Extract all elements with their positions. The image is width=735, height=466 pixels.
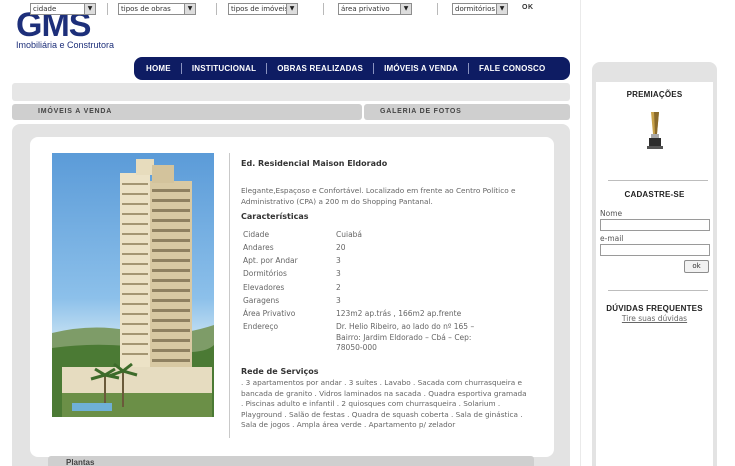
spec-value: 3 bbox=[336, 256, 341, 265]
nav-home[interactable]: HOME bbox=[146, 64, 171, 73]
spec-value: 3 bbox=[336, 269, 341, 278]
sidebar-divider bbox=[608, 290, 708, 291]
nome-label: Nome bbox=[600, 209, 623, 218]
building-photo bbox=[52, 153, 214, 417]
sidebar-divider bbox=[608, 180, 708, 181]
spec-label: Dormitórios bbox=[243, 269, 287, 278]
faq-link[interactable]: Tire suas dúvidas bbox=[596, 314, 713, 323]
spec-label: Garagens bbox=[243, 296, 280, 305]
area-privativo-select[interactable]: área privativo ▼ bbox=[338, 3, 412, 15]
cidade-select[interactable]: cidade ▼ bbox=[30, 3, 96, 15]
page-divider bbox=[580, 0, 581, 466]
property-title: Ed. Residencial Maison Eldorado bbox=[241, 159, 388, 168]
nav-obras-realizadas[interactable]: OBRAS REALIZADAS bbox=[277, 64, 363, 73]
nav-separator bbox=[373, 63, 375, 74]
spec-value: 123m2 ap.trás , 166m2 ap.frente bbox=[336, 309, 462, 318]
filter-separator bbox=[437, 3, 438, 15]
filter-ok-button[interactable]: OK bbox=[522, 4, 534, 11]
trophy-icon[interactable] bbox=[645, 110, 665, 154]
services-list: . 3 apartamentos por andar . 3 suítes . … bbox=[241, 378, 527, 429]
spec-value: 3 bbox=[336, 296, 341, 305]
nav-imoveis-a-venda[interactable]: IMÓVEIS A VENDA bbox=[384, 64, 458, 73]
property-description: Elegante,Espaçoso e Confortável. Localiz… bbox=[241, 186, 516, 206]
nav-institucional[interactable]: INSTITUCIONAL bbox=[192, 64, 256, 73]
spec-value: 2 bbox=[336, 283, 341, 292]
chevron-down-icon: ▼ bbox=[184, 4, 195, 14]
nav-separator bbox=[180, 63, 182, 74]
characteristics-heading: Características bbox=[241, 212, 309, 221]
faq-heading: DÚVIDAS FREQUENTES bbox=[606, 304, 703, 313]
filter-separator bbox=[107, 3, 108, 15]
logo-subtitle: Imobiliária e Construtora bbox=[16, 40, 115, 50]
area-privativo-value: área privativo bbox=[341, 5, 390, 13]
spec-label: Endereço bbox=[243, 322, 279, 331]
nav-fale-conosco[interactable]: FALE CONOSCO bbox=[479, 64, 545, 73]
cidade-select-value: cidade bbox=[33, 5, 57, 13]
spec-label: Área Privativo bbox=[243, 309, 296, 318]
spec-value: 20 bbox=[336, 243, 346, 252]
filter-separator bbox=[323, 3, 324, 15]
email-label: e-mail bbox=[600, 234, 624, 243]
filter-bar bbox=[12, 83, 570, 101]
nav-separator bbox=[468, 63, 470, 74]
dormitorios-value: dormitórios bbox=[455, 5, 496, 13]
spec-label: Elevadores bbox=[243, 283, 285, 292]
chevron-down-icon: ▼ bbox=[84, 4, 95, 14]
nav-separator bbox=[266, 63, 268, 74]
spec-value: Dr. Helio Ribeiro, ao lado do nº 165 – B… bbox=[336, 322, 475, 352]
filter-separator bbox=[216, 3, 217, 15]
spec-label: Cidade bbox=[243, 230, 270, 239]
tipos-de-imoveis-value: tipos de imóveis bbox=[231, 5, 289, 13]
tab-imoveis-a-venda[interactable]: IMÓVEIS A VENDA bbox=[12, 104, 362, 120]
spec-label: Andares bbox=[243, 243, 274, 252]
spec-value: Cuiabá bbox=[336, 230, 363, 239]
spec-label: Apt. por Andar bbox=[243, 256, 298, 265]
tipos-de-obras-value: tipos de obras bbox=[121, 5, 171, 13]
chevron-down-icon: ▼ bbox=[286, 4, 297, 14]
cadastre-heading: CADASTRE-SE bbox=[624, 190, 685, 199]
premiacoes-heading: PREMIAÇÕES bbox=[626, 90, 683, 99]
content-divider bbox=[229, 153, 230, 438]
top-navigation: HOME INSTITUCIONAL OBRAS REALIZADAS IMÓV… bbox=[134, 57, 570, 80]
cadastre-ok-button[interactable]: ok bbox=[684, 260, 709, 273]
property-details: Ed. Residencial Maison Eldorado Elegante… bbox=[241, 159, 531, 221]
nome-input[interactable] bbox=[600, 219, 710, 231]
services-heading: Rede de Serviços bbox=[241, 367, 319, 376]
tab-galeria-de-fotos[interactable]: GALERIA DE FOTOS bbox=[364, 104, 570, 120]
tipos-de-imoveis-select[interactable]: tipos de imóveis ▼ bbox=[228, 3, 298, 15]
logo[interactable]: GMS Imobiliária e Construtora bbox=[16, 8, 115, 50]
chevron-down-icon: ▼ bbox=[496, 4, 507, 14]
tab-plantas[interactable]: Plantas bbox=[48, 456, 534, 466]
dormitorios-select[interactable]: dormitórios ▼ bbox=[452, 3, 508, 15]
chevron-down-icon: ▼ bbox=[400, 4, 411, 14]
tipos-de-obras-select[interactable]: tipos de obras ▼ bbox=[118, 3, 196, 15]
email-input[interactable] bbox=[600, 244, 710, 256]
